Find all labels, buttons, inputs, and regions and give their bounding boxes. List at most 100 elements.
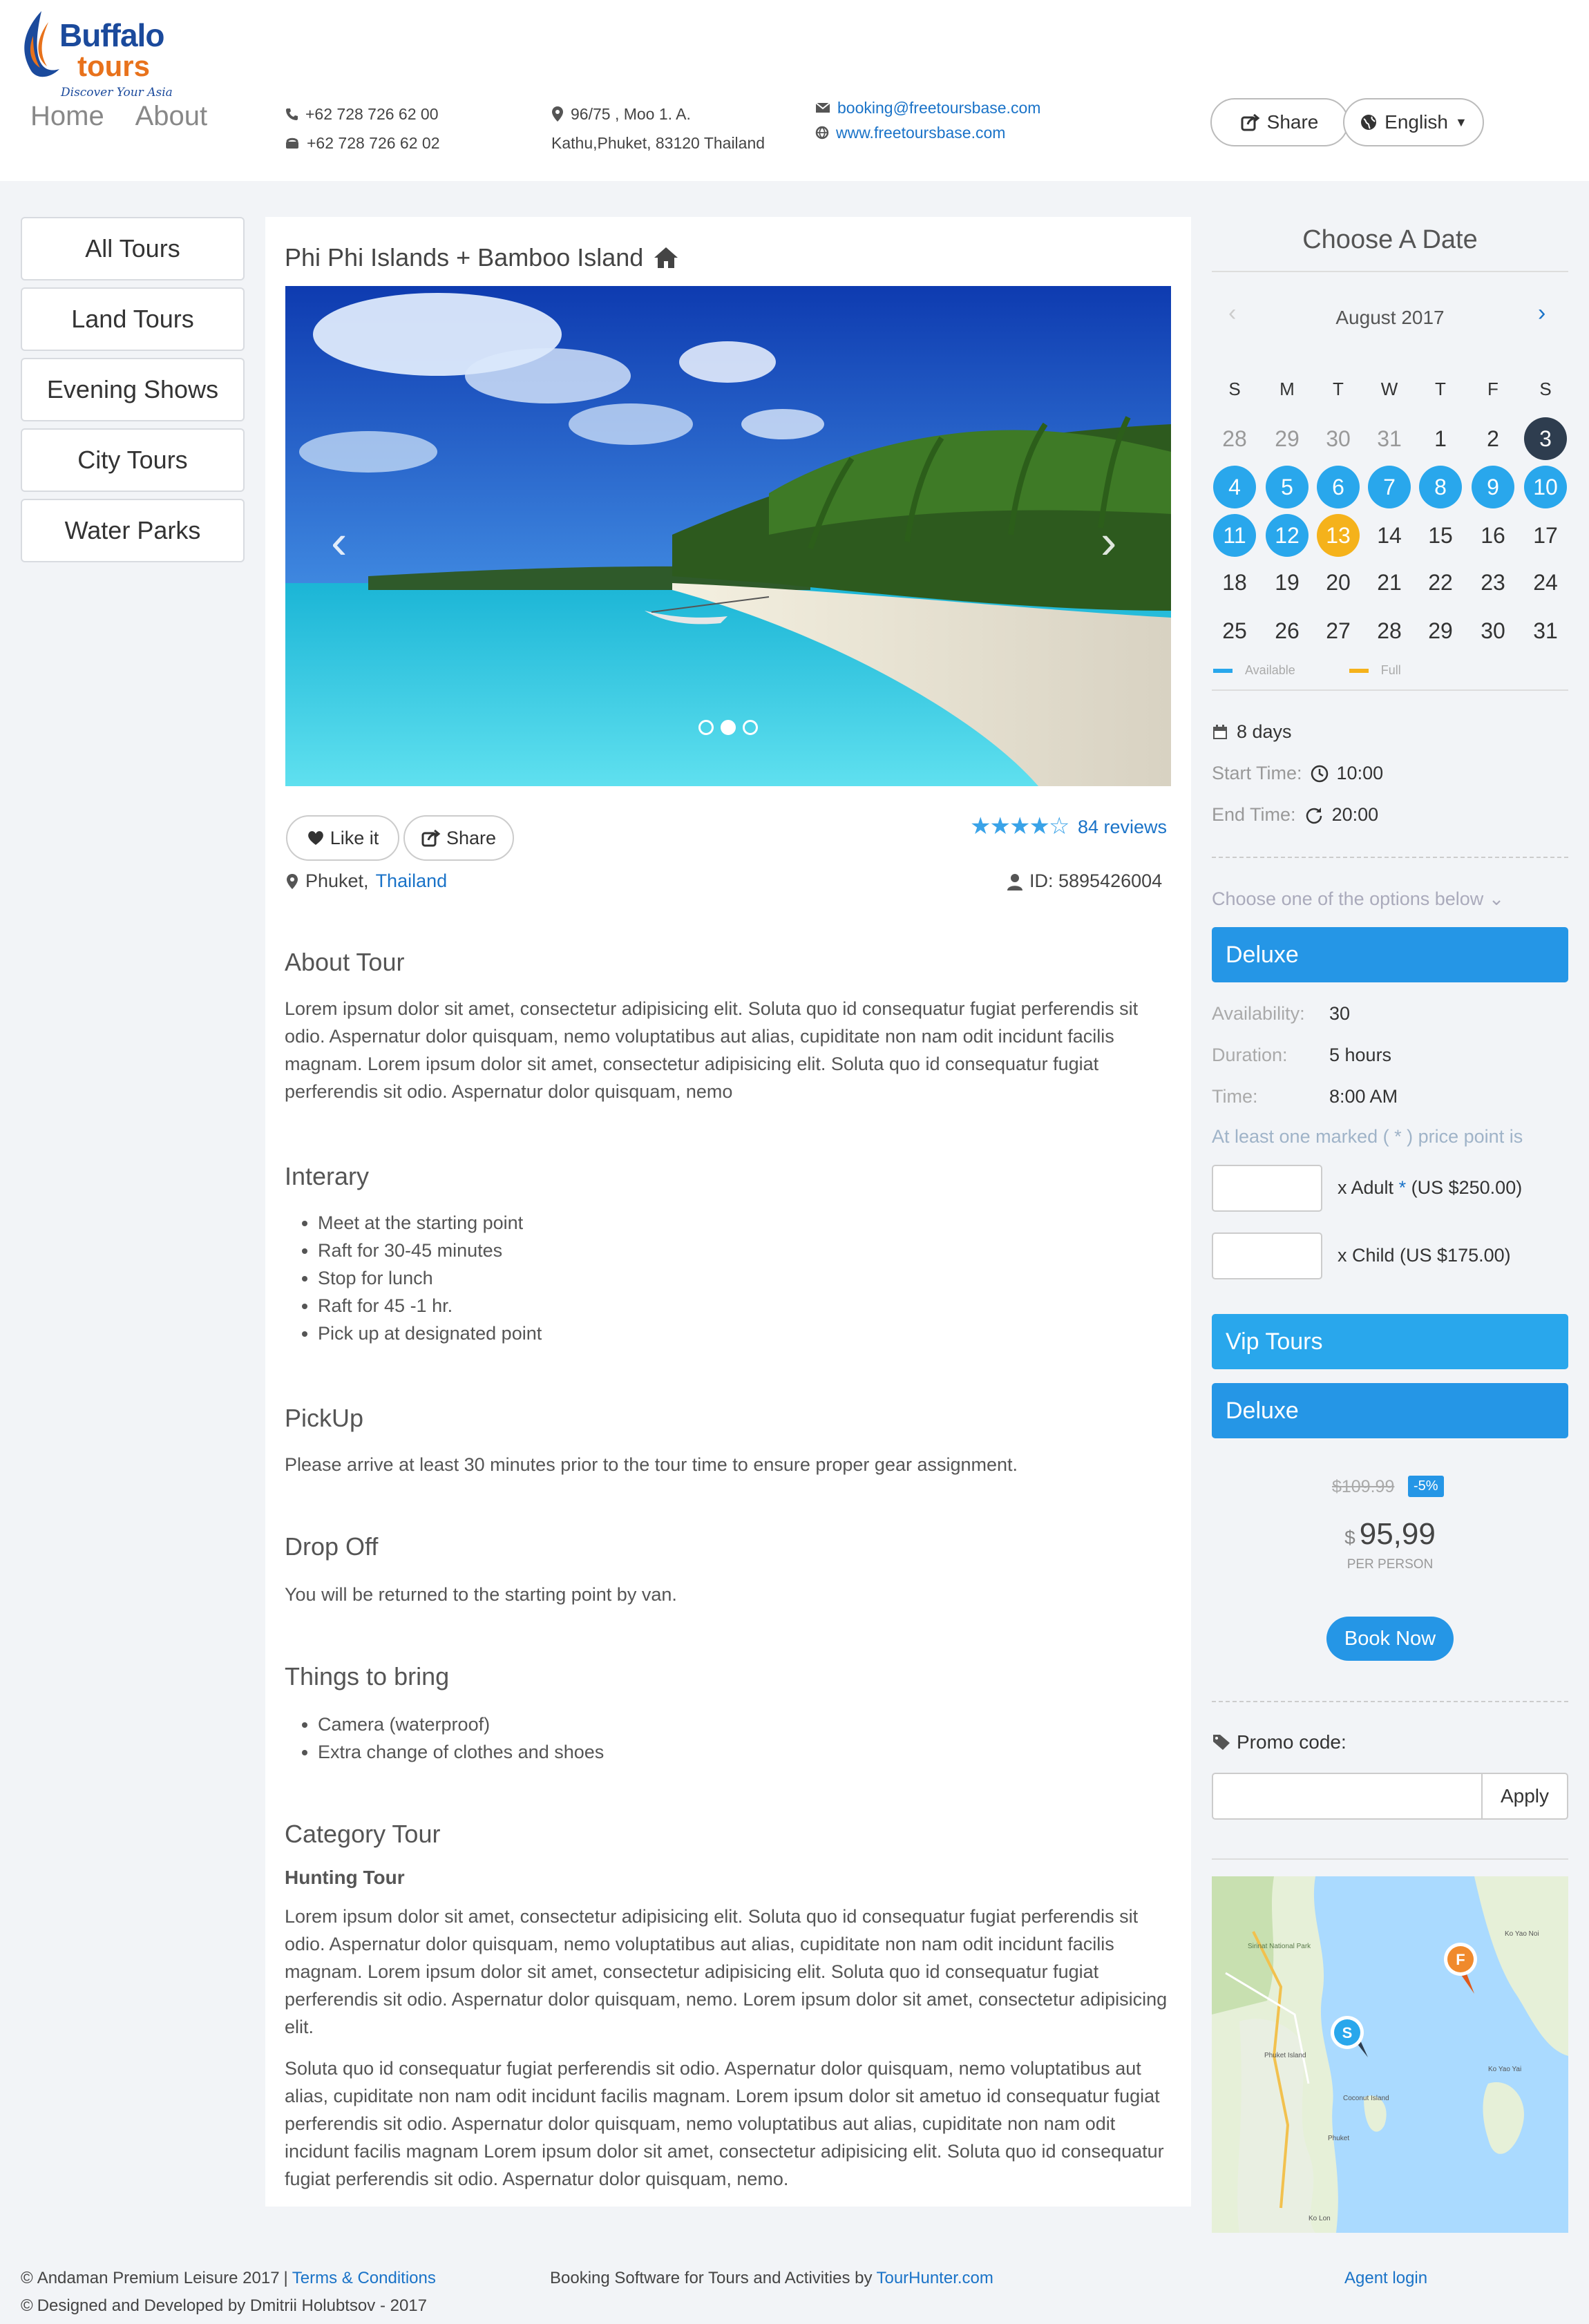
category-city-tours[interactable]: City Tours bbox=[21, 428, 245, 492]
adult-quantity-input[interactable] bbox=[1212, 1165, 1322, 1212]
calendar-day[interactable]: 30 bbox=[1472, 609, 1514, 652]
calendar-day[interactable]: 1 bbox=[1419, 417, 1462, 460]
website-link[interactable]: www.freetoursbase.com bbox=[836, 120, 1005, 145]
weekday-header: S bbox=[1539, 379, 1552, 399]
duration-value: 5 hours bbox=[1329, 1045, 1392, 1065]
tour-id-text: ID: 5895426004 bbox=[1029, 870, 1163, 891]
category-water-parks[interactable]: Water Parks bbox=[21, 499, 245, 562]
copyright-text: Andaman Premium Leisure 2017 bbox=[37, 2269, 280, 2287]
weekday-header: M bbox=[1279, 379, 1295, 399]
calendar-day[interactable]: 29 bbox=[1419, 609, 1462, 652]
like-button[interactable]: Like it bbox=[286, 815, 399, 861]
calendar-day[interactable]: 20 bbox=[1317, 561, 1360, 604]
calendar-day[interactable]: 6 bbox=[1317, 466, 1360, 508]
calendar-day[interactable]: 21 bbox=[1368, 561, 1411, 604]
tour-share-button[interactable]: Share bbox=[403, 815, 514, 861]
weekday-header: T bbox=[1333, 379, 1344, 399]
calendar-day[interactable]: 19 bbox=[1266, 561, 1309, 604]
map-label: Ko Yao Yai bbox=[1488, 2066, 1521, 2073]
promo-code-input[interactable] bbox=[1212, 1773, 1483, 1820]
availability: Availability: 30 bbox=[1212, 1003, 1350, 1025]
gallery-dot-active[interactable] bbox=[721, 720, 736, 735]
calendar-title: Choose A Date bbox=[1302, 225, 1478, 254]
footer-separator: | bbox=[283, 2269, 288, 2287]
calendar-day[interactable]: 2 bbox=[1472, 417, 1514, 460]
option-deluxe[interactable]: Deluxe bbox=[1212, 927, 1568, 982]
location-country-link[interactable]: Thailand bbox=[376, 870, 448, 892]
calendar-day[interactable]: 31 bbox=[1368, 417, 1411, 460]
logo[interactable]: Buffalo tours Discover Your Asia bbox=[18, 6, 177, 99]
tour-title: Phi Phi Islands + Bamboo Island bbox=[285, 243, 679, 272]
calendar-day[interactable]: 28 bbox=[1368, 609, 1411, 652]
calendar-day[interactable]: 7 bbox=[1368, 466, 1411, 508]
map-label: Coconut Island bbox=[1343, 2095, 1389, 2102]
gallery-prev-arrow[interactable]: ‹ bbox=[331, 514, 347, 569]
calendar-day[interactable]: 30 bbox=[1317, 417, 1360, 460]
calendar-day[interactable]: 23 bbox=[1472, 561, 1514, 604]
calendar-day[interactable]: 16 bbox=[1472, 514, 1514, 557]
calendar-day[interactable]: 5 bbox=[1266, 466, 1309, 508]
calendar-day[interactable]: 26 bbox=[1266, 609, 1309, 652]
gallery-dot[interactable] bbox=[743, 720, 758, 735]
calendar-day[interactable]: 9 bbox=[1472, 466, 1514, 508]
calendar-day[interactable]: 13 bbox=[1317, 514, 1360, 557]
nav-about[interactable]: About bbox=[135, 101, 208, 131]
calendar-day[interactable]: 11 bbox=[1213, 514, 1256, 557]
child-quantity-input[interactable] bbox=[1212, 1232, 1322, 1279]
category-land-tours[interactable]: Land Tours bbox=[21, 287, 245, 351]
map-label: Phuket Island bbox=[1264, 2052, 1306, 2059]
divider bbox=[1212, 857, 1568, 858]
dropoff-heading: Drop Off bbox=[285, 1532, 379, 1561]
calendar-day[interactable]: 28 bbox=[1213, 417, 1256, 460]
options-prompt[interactable]: Choose one of the options below ⌄ bbox=[1212, 888, 1504, 910]
location-map[interactable]: Sirinat National Park Phuket Island Coco… bbox=[1212, 1876, 1568, 2233]
gallery-next-arrow[interactable]: › bbox=[1101, 514, 1116, 569]
calendar-day[interactable]: 8 bbox=[1419, 466, 1462, 508]
footer-agent: Agent login bbox=[1344, 2269, 1427, 2288]
per-person-label: PER PERSON bbox=[1347, 1557, 1434, 1572]
calendar-day[interactable]: 31 bbox=[1524, 609, 1567, 652]
apply-button[interactable]: Apply bbox=[1481, 1773, 1568, 1820]
terms-link[interactable]: Terms & Conditions bbox=[292, 2269, 436, 2288]
calendar-day[interactable]: 27 bbox=[1317, 609, 1360, 652]
header-share-button[interactable]: Share bbox=[1210, 98, 1349, 146]
reviews-link[interactable]: 84 reviews bbox=[1078, 817, 1167, 838]
calendar-day[interactable]: 10 bbox=[1524, 466, 1567, 508]
calendar-day[interactable]: 25 bbox=[1213, 609, 1256, 652]
tourhunter-link[interactable]: TourHunter.com bbox=[876, 2269, 993, 2288]
category-evening-shows[interactable]: Evening Shows bbox=[21, 358, 245, 421]
category-all-tours[interactable]: All Tours bbox=[21, 217, 245, 280]
photo-gallery[interactable]: ‹ › bbox=[285, 286, 1171, 786]
calendar-day[interactable]: 29 bbox=[1266, 417, 1309, 460]
calendar-day[interactable]: 22 bbox=[1419, 561, 1462, 604]
calendar-day[interactable]: 4 bbox=[1213, 466, 1256, 508]
calendar-day[interactable]: 3 bbox=[1524, 417, 1567, 460]
agent-login-link[interactable]: Agent login bbox=[1344, 2269, 1427, 2288]
availability-label: Availability: bbox=[1212, 1003, 1305, 1024]
duration: Duration: 5 hours bbox=[1212, 1045, 1391, 1066]
legend-available-label: Available bbox=[1245, 663, 1295, 677]
calendar-day[interactable]: 17 bbox=[1524, 514, 1567, 557]
phone-1[interactable]: +62 728 726 62 00 bbox=[305, 99, 439, 128]
phone-icon bbox=[286, 108, 298, 120]
phone-2[interactable]: +62 728 726 62 02 bbox=[307, 128, 440, 158]
chevron-right-icon[interactable]: › bbox=[1538, 300, 1545, 327]
nav-home[interactable]: Home bbox=[30, 101, 104, 131]
refresh-icon bbox=[1306, 807, 1322, 823]
category-text-1: Lorem ipsum dolor sit amet, consectetur … bbox=[285, 1906, 1168, 2037]
calendar-day[interactable]: 24 bbox=[1524, 561, 1567, 604]
calendar-day[interactable]: 18 bbox=[1213, 561, 1256, 604]
option-deluxe-2[interactable]: Deluxe bbox=[1212, 1383, 1568, 1438]
time-value: 8:00 AM bbox=[1329, 1086, 1398, 1107]
category-text-2: Soluta quo id consequatur fugiat perfere… bbox=[285, 2058, 1164, 2189]
home-icon[interactable] bbox=[653, 246, 679, 269]
language-dropdown[interactable]: English ▼ bbox=[1343, 98, 1484, 146]
calendar-day[interactable]: 15 bbox=[1419, 514, 1462, 557]
email-link[interactable]: booking@freetoursbase.com bbox=[837, 95, 1040, 120]
about-heading: About Tour bbox=[285, 948, 405, 976]
book-now-button[interactable]: Book Now bbox=[1326, 1617, 1454, 1661]
calendar-day[interactable]: 14 bbox=[1368, 514, 1411, 557]
gallery-dot[interactable] bbox=[698, 720, 714, 735]
option-vip-tours[interactable]: Vip Tours bbox=[1212, 1314, 1568, 1369]
calendar-day[interactable]: 12 bbox=[1266, 514, 1309, 557]
